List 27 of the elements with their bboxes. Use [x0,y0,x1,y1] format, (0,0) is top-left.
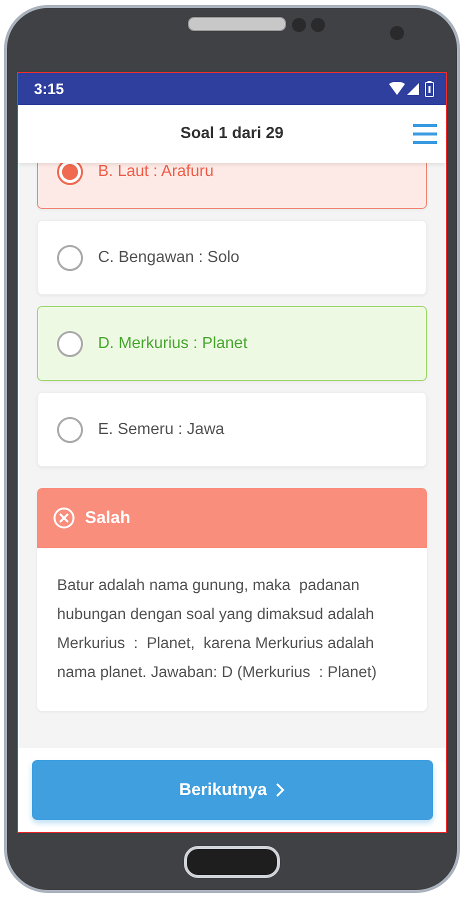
explanation-text: Batur adalah nama gunung, maka padanan hubungan dengan soal yang dimaksud adalah Merkurius : Planet, karena Merkurius adalah nama planet. Jawaban: D (Merkurius : Planet) [56,576,378,683]
radio-button[interactable] [56,244,84,272]
answer-option[interactable]: C. Bengawan : Solo [37,220,427,295]
next-button[interactable]: Berikutnya [32,760,432,820]
option-label: D. Merkurius : Planet [98,334,248,352]
close-circle-icon [53,507,75,529]
answer-option[interactable]: E. Semeru : Jawa [37,392,427,467]
page-title: Soal 1 dari 29 [180,125,284,143]
option-label: C. Bengawan : Solo [98,248,240,266]
camera-icon [389,25,405,41]
signal-icon [407,83,419,95]
chevron-right-icon [274,782,285,798]
menu-button[interactable] [412,122,438,146]
option-label: B. Laut : Arafuru [98,163,214,180]
home-button[interactable] [184,846,280,878]
radio-button[interactable] [56,330,84,358]
status-time: 3:15 [34,80,66,98]
radio-button[interactable] [56,416,84,444]
option-label: E. Semeru : Jawa [98,420,224,438]
answer-option[interactable]: B. Laut : Arafuru [37,163,427,209]
wifi-icon [389,82,405,96]
battery-icon [425,81,434,97]
speaker-icon [188,17,286,31]
sensor-icon [291,17,327,33]
answer-option[interactable]: D. Merkurius : Planet [37,306,427,381]
feedback-title: Salah [85,508,130,528]
radio-button[interactable] [56,163,84,186]
